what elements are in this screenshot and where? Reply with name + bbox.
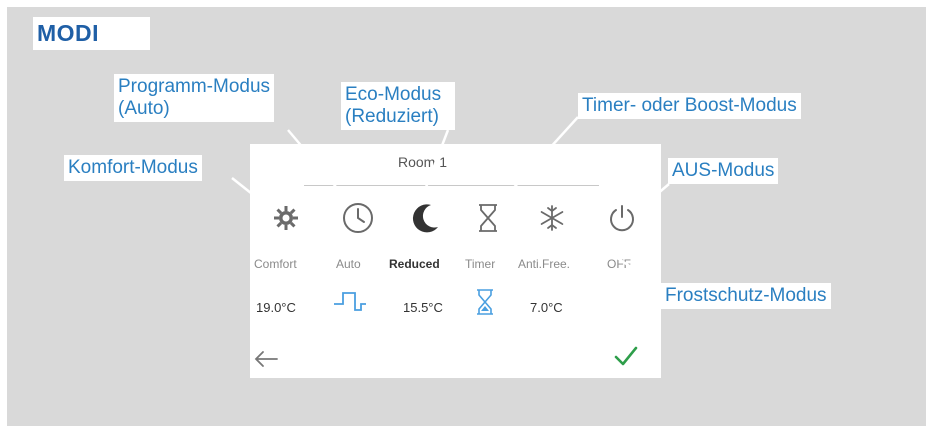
leader-frost — [562, 220, 665, 291]
leader-aus — [635, 183, 670, 213]
callout-aus: AUS-Modus — [668, 158, 779, 184]
callout-eco-line2: (Reduziert) — [345, 106, 439, 127]
callout-eco-line1: Eco-Modus — [345, 84, 442, 105]
callout-frost: Frostschutz-Modus — [661, 283, 831, 309]
leader-programm — [287, 129, 348, 201]
callout-programm: Programm-Modus (Auto) — [114, 74, 275, 122]
figure-frame: MODI Room 1 Comfort Auto Reduced Timer A… — [0, 0, 931, 428]
leader-lines — [231, 116, 670, 291]
leader-eco — [421, 129, 450, 196]
callout-komfort: Komfort-Modus — [64, 155, 202, 181]
callout-programm-line1: Programm-Modus — [118, 76, 271, 97]
callout-programm-line2: (Auto) — [118, 98, 170, 119]
callout-eco: Eco-Modus (Reduziert) — [341, 82, 456, 130]
callout-timer: Timer- oder Boost-Modus — [578, 93, 801, 119]
leader-timer — [508, 116, 579, 194]
leader-komfort — [231, 177, 267, 206]
